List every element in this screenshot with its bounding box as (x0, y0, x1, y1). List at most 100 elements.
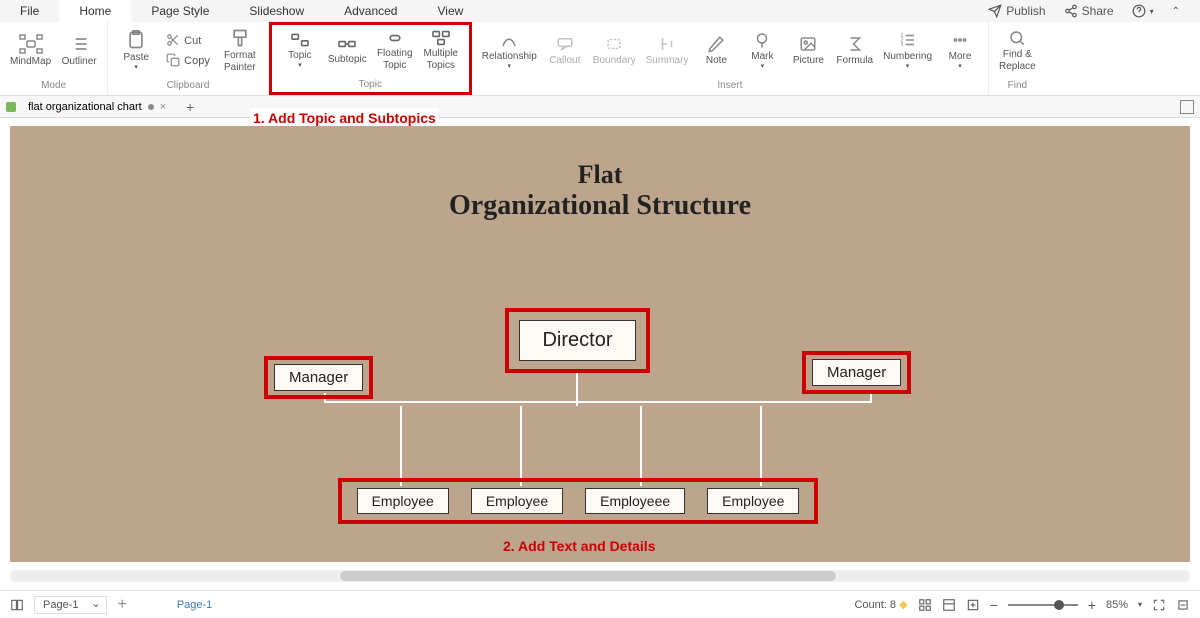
floating-icon (385, 30, 405, 46)
manager-left-wrap: Manager (264, 356, 373, 399)
summary-button[interactable]: Summary (644, 33, 691, 69)
boundary-button[interactable]: Boundary (591, 33, 638, 69)
zoom-value[interactable]: 85% (1106, 599, 1128, 611)
ribbon-group-insert: Relationship▾ Callout Boundary Summary N… (472, 22, 989, 95)
grid-icon[interactable] (918, 598, 932, 612)
mindmap-label: MindMap (10, 56, 51, 68)
unsaved-dot-icon (148, 104, 154, 110)
collapse-ribbon-button[interactable]: ⌃ (1172, 6, 1180, 17)
picture-label: Picture (793, 55, 824, 67)
relationship-icon (499, 31, 519, 49)
manager-left-node[interactable]: Manager (274, 364, 363, 391)
document-tab[interactable]: flat organizational chart × (20, 101, 174, 113)
employee-node[interactable]: Employee (471, 488, 563, 514)
summary-label: Summary (646, 55, 689, 67)
summary-icon (657, 35, 677, 53)
menu-right: Publish Share ▾ ⌃ (988, 4, 1200, 18)
chart-title[interactable]: Flat Organizational Structure (10, 160, 1190, 222)
note-icon (706, 35, 726, 53)
format-painter-button[interactable]: Format Painter (220, 26, 260, 76)
connector (400, 406, 402, 486)
numbering-icon: 123 (898, 31, 918, 49)
menu-advanced[interactable]: Advanced (324, 0, 417, 22)
svg-text:3: 3 (900, 42, 903, 48)
fullscreen-icon[interactable] (1152, 598, 1166, 612)
director-node-wrap: Director (505, 308, 650, 373)
formula-button[interactable]: Formula (834, 33, 875, 69)
zoom-slider[interactable] (1008, 604, 1078, 606)
menu-file[interactable]: File (0, 0, 59, 22)
floating-topic-button[interactable]: Floating Topic (375, 28, 415, 74)
topic-label: Topic (288, 50, 311, 62)
note-button[interactable]: Note (696, 33, 736, 69)
zoom-in-button[interactable]: + (1088, 597, 1096, 613)
outliner-icon (69, 34, 89, 54)
brush-icon (230, 28, 250, 48)
page-selector-label: Page-1 (43, 599, 78, 611)
format-painter-label: Format Painter (224, 50, 256, 74)
menu-home[interactable]: Home (59, 0, 131, 22)
copy-label: Copy (184, 55, 210, 67)
close-tab-icon[interactable]: × (160, 101, 166, 113)
add-page-button[interactable]: + (117, 596, 126, 614)
menu-bar: File Home Page Style Slideshow Advanced … (0, 0, 1200, 22)
paste-button[interactable]: Paste ▾ (116, 28, 156, 74)
count-label: Count: 8 ◆ (854, 598, 907, 611)
find-replace-label: Find & Replace (999, 49, 1036, 73)
mindmap-button[interactable]: MindMap (8, 32, 53, 70)
cut-button[interactable]: Cut (162, 32, 214, 50)
layout-icon[interactable] (942, 598, 956, 612)
more-label: More (949, 51, 972, 63)
status-bar: Page-1 + Page-1 Count: 8 ◆ − + 85% ▾ (0, 590, 1200, 618)
find-replace-button[interactable]: Find & Replace (997, 27, 1038, 75)
multiple-topics-button[interactable]: Multiple Topics (421, 28, 461, 74)
menu-view[interactable]: View (417, 0, 483, 22)
ribbon: MindMap Outliner Mode Paste ▾ Cut Copy F… (0, 22, 1200, 96)
panel-toggle-button[interactable] (1180, 100, 1194, 114)
zoom-out-button[interactable]: − (990, 597, 998, 613)
page-selector[interactable]: Page-1 (34, 596, 107, 614)
employee-node[interactable]: Employee (707, 488, 799, 514)
subtopic-icon (337, 36, 357, 52)
add-tab-button[interactable]: + (186, 99, 194, 115)
formula-icon (845, 35, 865, 53)
relationship-button[interactable]: Relationship▾ (480, 29, 539, 73)
canvas-wrap: Flat Organizational Structure Director M… (0, 118, 1200, 582)
director-node[interactable]: Director (519, 320, 635, 361)
pages-icon[interactable] (10, 598, 24, 612)
annotation-2: 2. Add Text and Details (500, 536, 658, 556)
share-button[interactable]: Share (1064, 4, 1114, 18)
share-label: Share (1082, 4, 1114, 18)
clipboard-icon (126, 30, 146, 50)
ribbon-group-topic: Topic ▾ Subtopic Floating Topic Multiple… (269, 22, 472, 95)
outliner-button[interactable]: Outliner (59, 32, 99, 70)
menu-page-style[interactable]: Page Style (131, 0, 229, 22)
copy-button[interactable]: Copy (162, 52, 214, 70)
subtopic-button[interactable]: Subtopic (326, 34, 369, 68)
more-icon (950, 31, 970, 49)
callout-button[interactable]: Callout (545, 33, 585, 69)
picture-button[interactable]: Picture (788, 33, 828, 69)
numbering-button[interactable]: 123 Numbering▾ (881, 29, 934, 73)
minimize-icon[interactable] (1176, 598, 1190, 612)
find-group-label: Find (1008, 80, 1027, 93)
scissors-icon (166, 33, 180, 47)
current-page-label[interactable]: Page-1 (177, 599, 212, 611)
fit-icon[interactable] (966, 598, 980, 612)
help-icon (1132, 4, 1146, 18)
employee-node[interactable]: Employee (357, 488, 449, 514)
help-button[interactable]: ▾ (1132, 4, 1154, 18)
clipboard-group-label: Clipboard (167, 80, 210, 93)
formula-label: Formula (836, 55, 873, 67)
scroll-thumb[interactable] (340, 571, 836, 581)
mark-button[interactable]: Mark▾ (742, 29, 782, 73)
menu-slideshow[interactable]: Slideshow (229, 0, 324, 22)
more-button[interactable]: More▾ (940, 29, 980, 73)
horizontal-scrollbar[interactable] (10, 570, 1190, 582)
manager-right-node[interactable]: Manager (812, 359, 901, 386)
share-icon (1064, 4, 1078, 18)
publish-button[interactable]: Publish (988, 4, 1045, 18)
employee-node[interactable]: Employeee (585, 488, 685, 514)
canvas[interactable]: Flat Organizational Structure Director M… (10, 126, 1190, 562)
topic-button[interactable]: Topic ▾ (280, 30, 320, 72)
